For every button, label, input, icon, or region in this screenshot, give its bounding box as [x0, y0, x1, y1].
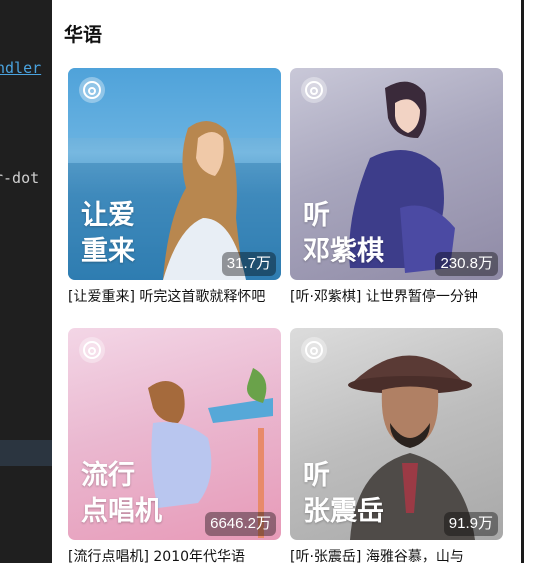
playlist-caption[interactable]: [流行点唱机] 2010年代华语 [68, 547, 281, 563]
netease-music-icon [79, 77, 105, 103]
cover-title: 让爱 重来 [81, 198, 135, 270]
cover-title-line2: 重来 [81, 236, 135, 267]
playlist-cover[interactable]: 听 张震岳 91.9万 [290, 328, 503, 540]
playlist-card[interactable]: 听 张震岳 91.9万 [听·张震岳] 海雅谷慕，山与 [290, 328, 503, 563]
play-count-badge: 91.9万 [443, 512, 498, 536]
playlist-card[interactable]: 让爱 重来 31.7万 [让爱重来] 听完这首歌就释怀吧 [68, 68, 281, 307]
netease-music-icon [79, 337, 105, 363]
playlist-card[interactable]: 流行 点唱机 6646.2万 [流行点唱机] 2010年代华语 [68, 328, 281, 563]
netease-music-icon [301, 337, 327, 363]
code-editor-background: ndler r-dot [0, 0, 52, 563]
cover-title-line2: 邓紫棋 [303, 236, 384, 267]
code-line-link[interactable]: ndler [0, 58, 41, 78]
cover-title-line2: 点唱机 [81, 496, 162, 527]
cover-title-line1: 流行 [81, 460, 135, 491]
playlist-cover[interactable]: 流行 点唱机 6646.2万 [68, 328, 281, 540]
cover-title: 听 邓紫棋 [303, 198, 384, 270]
cover-title-line2: 张震岳 [303, 496, 384, 527]
cover-title: 听 张震岳 [303, 458, 384, 530]
panel-border [521, 0, 524, 563]
play-count-badge: 31.7万 [221, 252, 276, 276]
playlist-caption[interactable]: [让爱重来] 听完这首歌就释怀吧 [68, 287, 281, 307]
netease-music-icon [301, 77, 327, 103]
right-edge-strip [521, 0, 556, 563]
playlist-panel: 华语 让爱 重来 31.7万 [让爱重来] 听完这首歌就释怀吧 听 邓紫棋 23… [52, 0, 521, 563]
playlist-cover[interactable]: 听 邓紫棋 230.8万 [290, 68, 503, 280]
cover-title-line1: 听 [303, 200, 330, 231]
code-line-text: r-dot [0, 169, 40, 187]
cover-title-line1: 让爱 [81, 200, 135, 231]
section-title: 华语 [64, 25, 103, 46]
play-count-badge: 6646.2万 [205, 512, 276, 536]
cover-title-line1: 听 [303, 460, 330, 491]
playlist-cover[interactable]: 让爱 重来 31.7万 [68, 68, 281, 280]
cover-title: 流行 点唱机 [81, 458, 162, 530]
playlist-card[interactable]: 听 邓紫棋 230.8万 [听·邓紫棋] 让世界暂停一分钟 [290, 68, 503, 307]
playlist-caption[interactable]: [听·张震岳] 海雅谷慕，山与 [290, 547, 503, 563]
editor-selection-highlight [0, 440, 52, 466]
play-count-badge: 230.8万 [435, 252, 498, 276]
playlist-caption[interactable]: [听·邓紫棋] 让世界暂停一分钟 [290, 287, 503, 307]
